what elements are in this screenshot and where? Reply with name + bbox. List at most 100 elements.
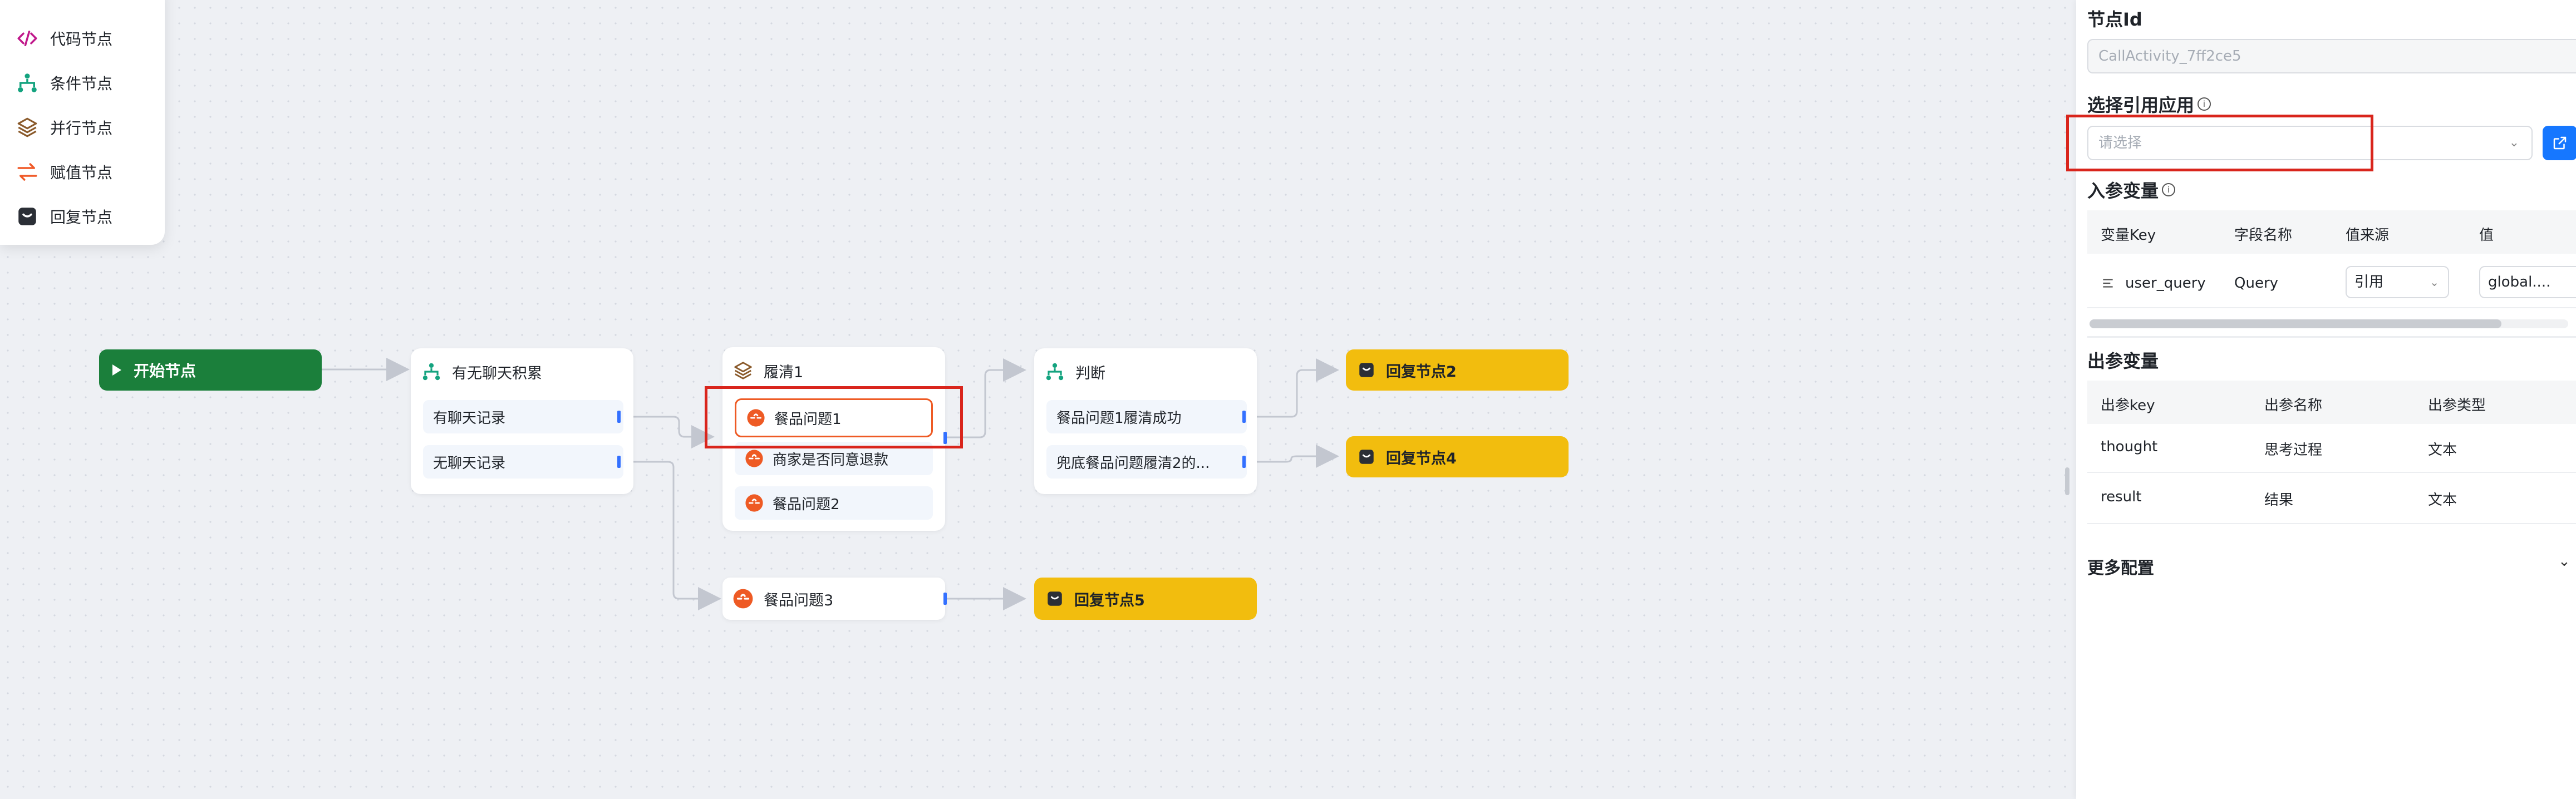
output-table-header: 出参key 出参名称 出参类型 [2087,381,2576,424]
highlight-box-node [705,386,963,448]
clarify-item-label: 餐品问题2 [773,496,840,513]
judge-condition-node[interactable]: 判断 餐品问题1履清成功 兜底餐品问题履清2的... [1034,348,1257,494]
value-source-select[interactable]: 引用 ⌄ [2346,266,2449,298]
col-header: 字段名称 [2234,227,2293,244]
output-port[interactable] [943,593,947,605]
more-config-toggle[interactable]: 更多配置 [2087,554,2154,579]
clarify-item[interactable]: 餐品问题2 [735,486,933,520]
palette-item-label: 赋值节点 [50,164,113,182]
palette-item-label: 回复节点 [50,208,113,226]
meal3-agent-node[interactable]: 餐品问题3 [722,578,947,620]
table-row-key: user_query [2101,275,2206,292]
palette-item-label: 并行节点 [50,119,113,137]
reply-node-5[interactable]: 回复节点5 [1034,578,1257,620]
reply-node-label: 回复节点4 [1386,450,1457,467]
divider [2087,523,2576,524]
node-id-title-text: 节点Id [2087,9,2142,30]
palette-item-label: 代码节点 [50,30,113,48]
col-header: 值来源 [2346,227,2390,244]
value-text: global.... [2488,274,2551,290]
meal-agent-icon [745,450,763,467]
highlight-box-select [2066,115,2373,171]
parallel-icon [17,117,37,137]
condition-icon [422,363,440,381]
divider [2087,472,2576,473]
ref-app-title-text: 选择引用应用 [2087,95,2195,116]
assign-icon [17,163,37,181]
reply-icon [1359,363,1374,377]
panel-resize-handle[interactable] [2065,467,2069,495]
scrollbar-thumb[interactable] [2090,319,2501,328]
node-header: 有无聊天积累 [421,359,542,384]
reply-node-label: 回复节点5 [1074,591,1145,609]
node-header: 餐品问题3 [733,586,833,611]
play-icon [112,364,121,376]
reply-node-label: 回复节点2 [1386,363,1457,381]
output-port[interactable] [617,456,621,468]
meal-agent-icon [745,494,763,512]
chevron-down-icon: ⌄ [2509,136,2519,150]
node-header: 判断 [1044,359,1105,384]
input-vars-title-text: 入参变量 [2087,180,2159,201]
edge-history-clarify [620,416,715,448]
start-node[interactable]: 开始节点 [99,349,322,391]
output-vars-title: 出参变量 [2087,347,2159,373]
divider [2087,336,2576,338]
open-app-button[interactable] [2543,126,2576,160]
node-title: 判断 [1075,364,1105,382]
edge-judge-reply4 [1246,445,1339,468]
chevron-down-icon[interactable]: ⌄ [2558,553,2570,570]
col-header: 出参key [2101,397,2155,414]
branch-label: 有聊天记录 [433,410,506,427]
branch-row[interactable]: 兜底餐品问题履清2的... [1046,445,1247,479]
history-condition-node[interactable]: 有无聊天积累 有聊天记录 无聊天记录 [411,348,633,494]
branch-row[interactable]: 有聊天记录 [423,400,623,433]
out-key: thought [2101,438,2158,455]
output-vars-title-text: 出参变量 [2087,351,2159,372]
node-title: 有无聊天积累 [452,364,542,382]
palette-item-condition[interactable]: 条件节点 [16,69,112,97]
info-icon[interactable]: i [2162,183,2176,196]
node-palette: 代码节点 条件节点 并行节点 赋值节点 回复节点 [0,0,165,245]
branch-label: 餐品问题1履清成功 [1056,410,1182,427]
col-header: 变量Key [2101,227,2156,244]
out-type: 文本 [2428,492,2457,509]
condition-icon [1046,363,1064,381]
node-header: 履清1 [733,358,803,383]
divider [2087,307,2576,308]
parallel-icon [734,362,752,379]
output-port[interactable] [1242,456,1246,468]
condition-icon [18,73,37,92]
node-title: 履清1 [764,363,804,381]
output-port[interactable] [1242,411,1246,423]
branch-row[interactable]: 无聊天记录 [423,445,623,479]
branch-row[interactable]: 餐品问题1履清成功 [1046,400,1247,433]
reply-node-4[interactable]: 回复节点4 [1346,436,1569,477]
reply-node-2[interactable]: 回复节点2 [1346,349,1569,391]
palette-item-assign[interactable]: 赋值节点 [16,158,112,186]
info-icon[interactable]: i [2198,97,2211,111]
palette-item-reply[interactable]: 回复节点 [16,203,112,230]
edge-judge-reply2 [1246,358,1339,418]
meal-agent-icon [733,589,753,609]
external-link-icon [2553,136,2567,150]
palette-item-parallel[interactable]: 并行节点 [16,114,112,141]
node-title: 餐品问题3 [764,591,834,609]
more-config-text: 更多配置 [2087,559,2154,578]
table-scrollbar[interactable] [2090,319,2568,328]
clarify-item-label: 商家是否同意退款 [773,451,889,468]
col-header: 出参名称 [2264,397,2323,414]
out-type: 文本 [2428,442,2457,458]
reply-icon [1359,450,1374,464]
text-var-icon [2103,279,2113,288]
input-vars-title: 入参变量 i [2087,177,2176,203]
palette-item-code[interactable]: 代码节点 [16,24,112,52]
col-header: 出参类型 [2428,397,2486,414]
var-name: Query [2234,275,2279,292]
reply-icon [18,208,36,225]
value-source-text: 引用 [2354,274,2384,290]
ref-app-title: 选择引用应用 i [2087,91,2211,117]
code-icon [17,31,37,46]
value-select[interactable]: global.... [2479,266,2576,298]
output-port[interactable] [617,411,621,423]
